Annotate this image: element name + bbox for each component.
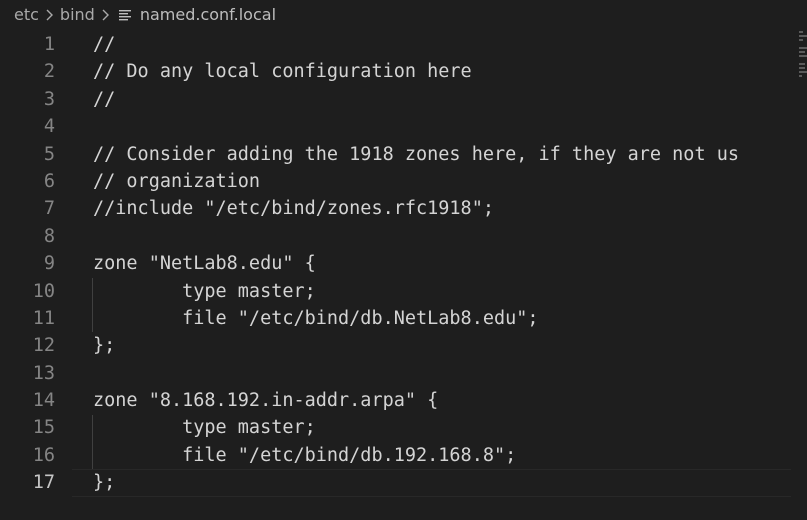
code-line[interactable]: 2 // Do any local configuration here — [0, 58, 807, 85]
line-number: 8 — [43, 225, 55, 247]
line-text[interactable]: file "/etc/bind/db.NetLab8.edu"; — [93, 305, 538, 332]
line-text[interactable]: zone "8.168.192.in-addr.arpa" { — [93, 387, 438, 414]
code-editor[interactable]: etc bind named.conf.local 1 // 2 // Do any … — [0, 0, 807, 520]
code-line[interactable]: 11 file "/etc/bind/db.NetLab8.edu"; — [0, 305, 807, 332]
line-number: 2 — [43, 61, 55, 83]
vertical-scrollbar[interactable] — [795, 31, 807, 520]
breadcrumb-item-bind[interactable]: bind — [60, 0, 95, 30]
line-number: 3 — [43, 88, 55, 110]
line-text[interactable]: type master; — [93, 278, 316, 305]
code-line[interactable]: 17}; — [0, 469, 807, 498]
code-line[interactable]: 12}; — [0, 332, 807, 359]
code-line[interactable]: 3 // — [0, 86, 807, 113]
breadcrumb-file[interactable]: named.conf.local — [140, 0, 276, 30]
code-line[interactable]: 13 — [0, 360, 807, 387]
code-line[interactable]: 10 type master; — [0, 278, 807, 305]
line-number: 11 — [32, 307, 55, 329]
line-number: 10 — [32, 280, 55, 302]
line-text[interactable]: file "/etc/bind/db.192.168.8"; — [93, 442, 516, 469]
breadcrumb: etc bind named.conf.local — [0, 0, 807, 30]
line-text[interactable]: zone "NetLab8.edu" { — [93, 250, 316, 277]
code-line[interactable]: 6 // organization — [0, 168, 807, 195]
chevron-right-icon — [101, 8, 110, 22]
code-line[interactable]: 14 zone "8.168.192.in-addr.arpa" { — [0, 387, 807, 414]
code-line[interactable]: 1 // — [0, 31, 807, 58]
code-line[interactable]: 5 // Consider adding the 1918 zones here,… — [0, 141, 807, 168]
line-number: 15 — [32, 417, 55, 439]
line-text[interactable]: }; — [93, 332, 115, 359]
line-text[interactable]: //include "/etc/bind/zones.rfc1918"; — [93, 195, 494, 222]
line-text[interactable]: // — [93, 86, 115, 113]
line-number: 6 — [43, 170, 55, 192]
line-text[interactable]: }; — [93, 469, 115, 496]
line-text[interactable]: // — [93, 31, 115, 58]
line-number: 1 — [43, 34, 55, 55]
code-line[interactable]: 15 type master; — [0, 414, 807, 441]
line-number: 7 — [43, 198, 55, 220]
code-line[interactable]: 9 zone "NetLab8.edu" { — [0, 250, 807, 277]
chevron-right-icon — [45, 8, 54, 22]
line-text[interactable]: // Do any local configuration here — [93, 58, 472, 85]
line-number: 13 — [32, 362, 55, 384]
code-line[interactable]: 16 file "/etc/bind/db.192.168.8"; — [0, 442, 807, 469]
lines-file-icon — [118, 8, 132, 22]
line-number: 9 — [43, 253, 55, 275]
line-text[interactable]: type master; — [93, 414, 316, 441]
breadcrumb-item-etc[interactable]: etc — [14, 0, 39, 30]
line-number: 17 — [32, 472, 55, 494]
code-line[interactable]: 8 — [0, 223, 807, 250]
line-number: 5 — [43, 143, 55, 165]
code-line[interactable]: 4 — [0, 113, 807, 140]
line-text[interactable]: // organization — [93, 168, 260, 195]
line-number: 16 — [32, 444, 55, 466]
code-line[interactable]: 7 //include "/etc/bind/zones.rfc1918"; — [0, 195, 807, 222]
code-area[interactable]: 1 // 2 // Do any local configuration here 3 /… — [0, 31, 807, 498]
line-number: 14 — [32, 390, 55, 412]
line-number: 4 — [43, 116, 55, 138]
line-text[interactable]: // Consider adding the 1918 zones here, … — [93, 141, 739, 168]
line-number: 12 — [32, 335, 55, 357]
